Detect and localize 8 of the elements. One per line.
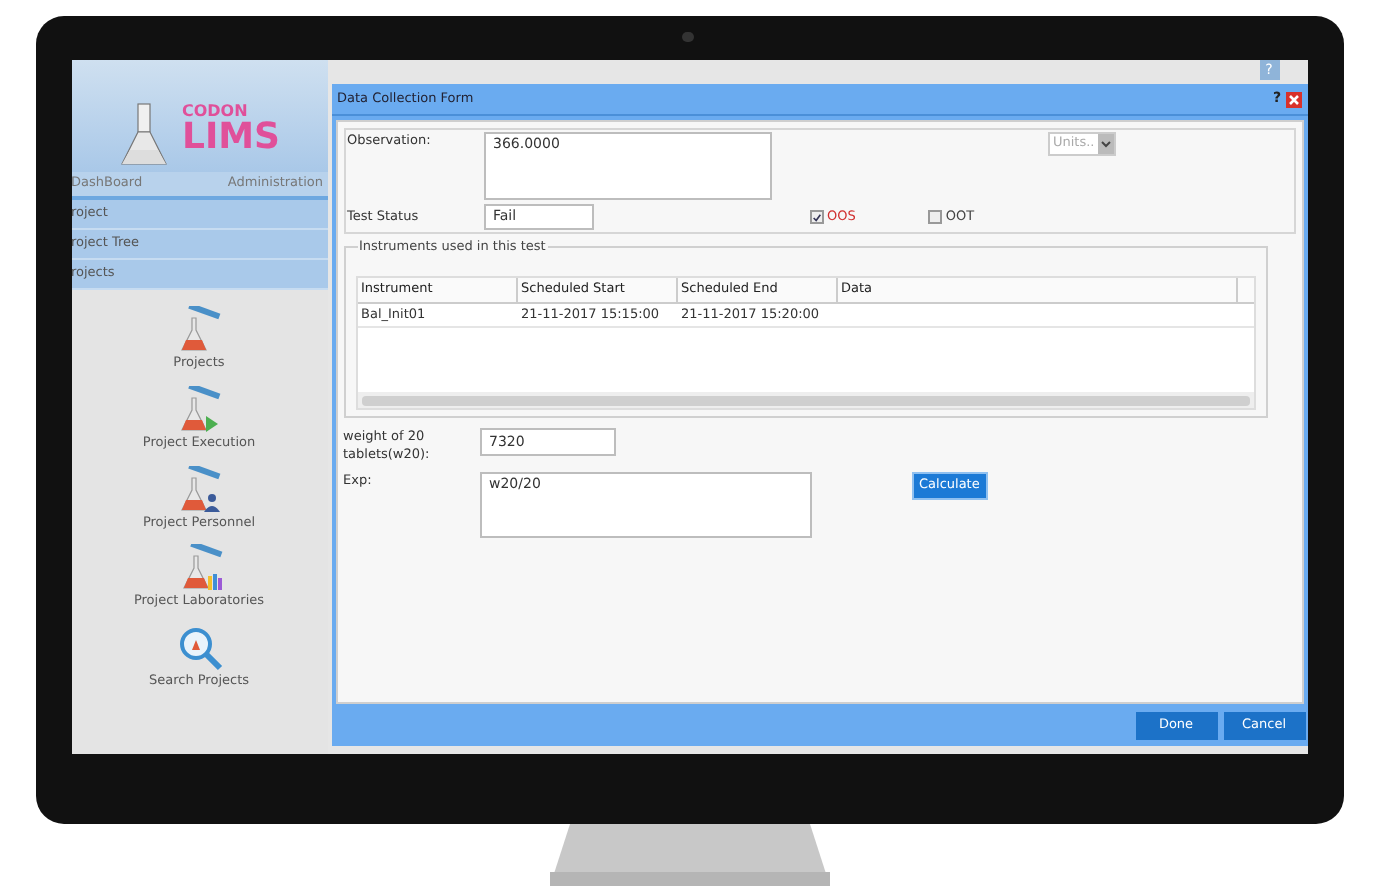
close-icon[interactable] (1285, 91, 1301, 107)
horizontal-scrollbar[interactable] (357, 392, 1253, 408)
search-icon (175, 624, 223, 672)
checkbox[interactable] (809, 210, 823, 224)
checkbox[interactable] (927, 210, 942, 224)
logo-text: CODON (181, 104, 250, 120)
logo-text: LIMS (181, 120, 281, 156)
camera-icon (681, 32, 693, 42)
